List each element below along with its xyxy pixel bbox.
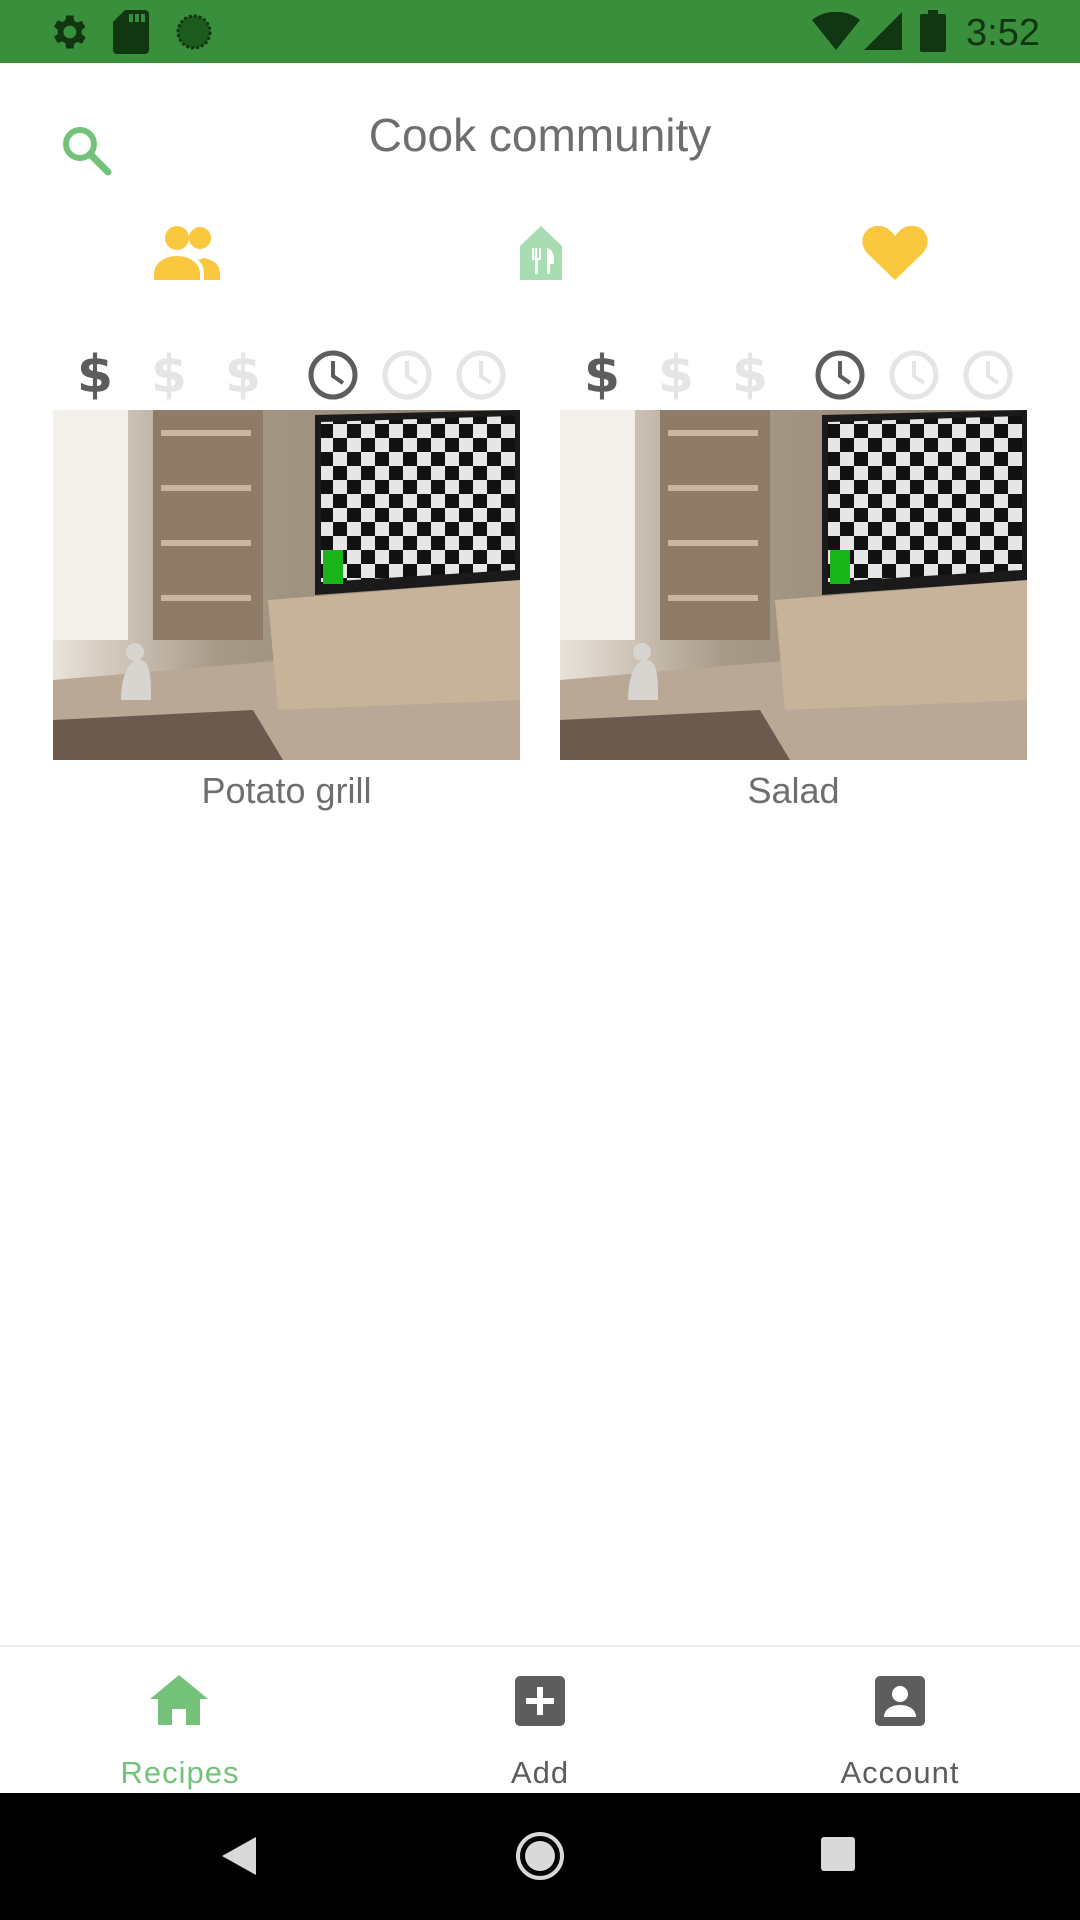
price-dollar-icon: $ — [224, 345, 262, 405]
tab-community[interactable] — [152, 222, 222, 284]
settings-icon — [54, 15, 86, 49]
tab-favorites[interactable] — [860, 222, 930, 284]
recipe-metrics: $ $ $ — [53, 345, 520, 410]
add-box-icon — [515, 1676, 565, 1726]
clock-icon — [382, 350, 432, 400]
recipe-name: Potato grill — [201, 770, 372, 811]
nav-add[interactable]: Add — [360, 1647, 720, 1795]
recents-icon[interactable] — [821, 1837, 855, 1871]
signal-icon — [864, 12, 902, 50]
clock-icon — [308, 350, 358, 400]
nav-label: Add — [510, 1755, 570, 1790]
people-icon — [154, 226, 220, 280]
price-dollar-icon: $ — [731, 345, 769, 405]
restaurant-icon — [520, 226, 562, 280]
account-box-icon — [875, 1676, 925, 1726]
wifi-icon — [812, 12, 860, 50]
recipe-name: Salad — [747, 770, 840, 811]
price-dollar-icon: $ — [150, 345, 188, 405]
recipe-image — [53, 410, 520, 760]
status-time: 3:52 — [966, 12, 1040, 54]
status-bar: 3:52 — [0, 0, 1080, 63]
system-navigation-bar — [0, 1793, 1080, 1920]
clock-icon — [456, 350, 506, 400]
recipe-metrics: $ $ $ — [560, 345, 1027, 410]
clock-icon — [889, 350, 939, 400]
battery-icon — [920, 10, 946, 52]
nav-label: Account — [840, 1755, 960, 1790]
recipe-image — [560, 410, 1027, 760]
price-dollar-icon: $ — [657, 345, 695, 405]
bottom-navigation: Recipes Add Account — [0, 1645, 1080, 1795]
home-icon — [150, 1675, 208, 1725]
price-dollar-icon: $ — [76, 345, 114, 405]
price-dollar-icon: $ — [583, 345, 621, 405]
clock-icon — [963, 350, 1013, 400]
nav-account[interactable]: Account — [720, 1647, 1080, 1795]
nav-recipes[interactable]: Recipes — [0, 1647, 360, 1795]
recipe-card-potato-grill[interactable]: $ $ $ Potato grill — [53, 345, 520, 811]
back-icon[interactable] — [222, 1837, 256, 1875]
sd-card-icon — [113, 10, 149, 54]
tab-restaurants[interactable] — [506, 222, 576, 284]
clock-icon — [815, 350, 865, 400]
nav-label: Recipes — [120, 1755, 240, 1790]
heart-icon — [862, 225, 928, 280]
recipe-card-salad[interactable]: $ $ $ Salad — [560, 345, 1027, 811]
page-title: Cook community — [368, 109, 712, 161]
sync-icon — [176, 14, 212, 50]
home-circle-icon[interactable] — [514, 1830, 566, 1882]
